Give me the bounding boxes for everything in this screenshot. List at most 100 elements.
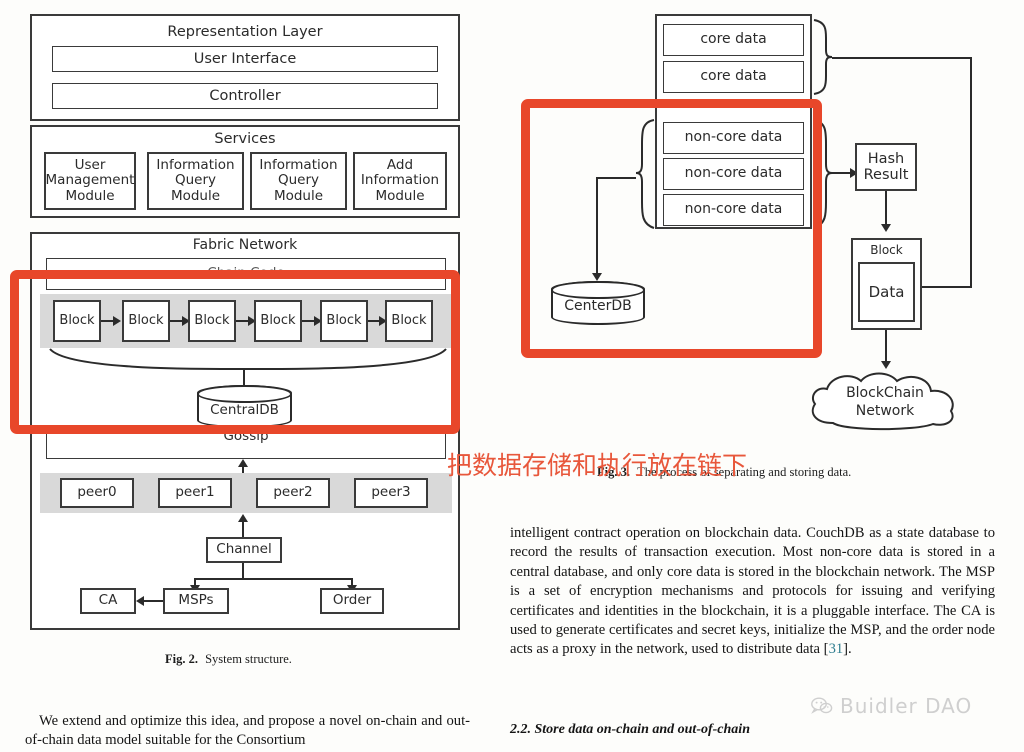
ca-label: CA [98,592,118,609]
block-connector [368,320,379,322]
block-connector [170,320,182,322]
channel-to-peers-arrow-icon [238,514,248,522]
msps-to-ca-arrow-icon [136,596,144,606]
block-box: Block [254,300,302,342]
peer-box-1: peer1 [158,478,232,508]
block-connector [101,320,113,322]
core-data-label: core data [700,68,767,85]
non-core-to-centerdb-line-h [596,177,636,179]
block-label: Block [260,312,296,328]
blockchain-network-label: BlockChain Network [805,385,965,420]
blockchain-network-line1: BlockChain [846,385,924,401]
block-label: Block [870,243,903,257]
service-module-label: Information Query Module [259,157,338,204]
data-label: Data [868,282,905,301]
data-inner-box: Data [858,262,915,322]
watermark-text: Buidler DAO [840,694,973,718]
service-module-add-information: Add Information Module [353,152,447,210]
document-page: Representation Layer User Interface Cont… [0,0,1024,752]
chain-code-label: Chain Code [207,265,285,282]
order-label: Order [332,592,372,609]
citation-link[interactable]: 31 [829,641,844,657]
peer-label: peer0 [77,484,117,501]
block-connector [302,320,314,322]
block-label: Block [59,312,95,328]
blockchain-network-line2: Network [855,402,915,419]
hash-result-line2: Result [863,167,909,183]
block-connector [236,320,248,322]
channel-box: Channel [206,537,282,563]
core-data-brace-right [813,19,833,95]
core-data-label: core data [700,31,767,48]
section-heading-2-2: 2.2. Store data on-chain and out-of-chai… [510,722,750,737]
right-column-paragraph-text: intelligent contract operation on blockc… [510,525,995,658]
peer-box-2: peer2 [256,478,330,508]
non-core-data-brace-right [813,119,833,229]
block-label: Block [128,312,164,328]
service-module-label: User Management Module [45,157,135,204]
figure-2-caption-prefix: Fig. 2. [165,652,198,666]
user-interface-label: User Interface [193,50,297,67]
peer-label: peer1 [175,484,215,501]
non-core-data-brace-left [635,119,655,229]
block-label: Block [391,312,427,328]
non-core-to-centerdb-arrow-icon [592,273,602,281]
center-db-cylinder: CenterDB [551,281,645,325]
channel-to-peers-connector [242,521,244,537]
peer-label: peer3 [371,484,411,501]
block-to-network-connector [885,330,887,362]
peer-box-3: peer3 [354,478,428,508]
controller-label: Controller [209,87,281,104]
central-db-cylinder: CentralDB [197,385,292,428]
service-module-information-query-2: Information Query Module [250,152,347,210]
center-db-label: CenterDB [564,298,632,314]
peer-label: peer2 [273,484,313,501]
service-module-label: Information Query Module [156,157,235,204]
figure-2-caption-text: System structure. [205,652,292,666]
peers-to-gossip-arrow-icon [238,459,248,467]
non-core-data-box-3: non-core data [663,194,804,226]
core-data-to-block-line-v [970,57,972,287]
hash-result-box: Hash Result [855,143,917,191]
msps-box: MSPs [163,588,229,614]
core-data-to-block-line-h [832,57,972,59]
block-arrow-icon [113,316,121,326]
block-label: Block [326,312,362,328]
right-column-paragraph-tail: ]. [843,641,852,658]
channel-branch-bar [194,578,352,580]
non-core-data-box-2: non-core data [663,158,804,190]
blocks-brace [49,348,447,371]
controller-box: Controller [52,83,438,109]
block-box: Block [385,300,433,342]
channel-branch-stem [242,563,244,579]
non-core-to-centerdb-line-v [596,177,598,275]
gossip-box: Gossip [46,428,446,459]
representation-layer-title: Representation Layer [167,24,323,40]
central-db-label: CentralDB [210,401,279,418]
non-core-data-box-1: non-core data [663,122,804,154]
wechat-icon [811,696,833,714]
chain-code-box: Chain Code [46,258,446,290]
hash-to-block-connector [885,191,887,225]
hash-to-block-arrow-icon [881,224,891,232]
services-title: Services [214,131,276,147]
centraldb-connector [243,369,245,385]
left-column-paragraph: We extend and optimize this idea, and pr… [25,713,470,749]
service-module-label: Add Information Module [360,157,440,204]
gossip-label: Gossip [219,428,273,445]
channel-label: Channel [216,541,272,558]
msps-label: MSPs [178,592,214,609]
block-box: Block [320,300,368,342]
block-box: Block [122,300,170,342]
core-data-box-1: core data [663,24,804,56]
user-interface-box: User Interface [52,46,438,72]
non-core-data-label: non-core data [684,201,783,218]
block-label: Block [194,312,230,328]
right-column-paragraph: intelligent contract operation on blockc… [510,524,995,660]
hash-result-line1: Hash [867,150,905,167]
chinese-annotation: 把数据存储和执行放在链下 [447,451,748,480]
block-box: Block [188,300,236,342]
service-module-information-query-1: Information Query Module [147,152,244,210]
non-core-to-hash-connector [832,172,852,174]
non-core-data-label: non-core data [684,129,783,146]
